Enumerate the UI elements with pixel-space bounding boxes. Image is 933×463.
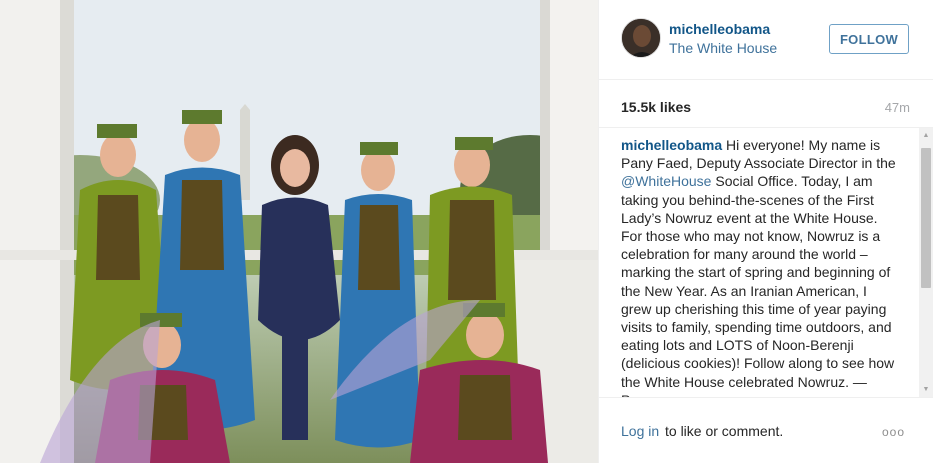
caption-username-link[interactable]: michelleobama [621,137,722,153]
post-header: michelleobama The White House FOLLOW [599,0,933,80]
login-prompt-text: to like or comment. [665,423,784,439]
caption-text-part2: Social Office. Today, I am taking you be… [621,173,895,397]
login-link[interactable]: Log in [621,423,659,439]
instagram-post: michelleobama The White House FOLLOW 15.… [0,0,933,463]
mention-link[interactable]: @WhiteHouse [621,173,711,189]
scroll-thumb[interactable] [921,148,931,288]
avatar-image [622,19,660,57]
scroll-up-icon[interactable]: ▲ [919,128,933,144]
follow-button[interactable]: FOLLOW [829,24,909,54]
more-options-icon[interactable]: ooo [882,425,905,439]
post-photo[interactable] [0,0,598,463]
likes-count[interactable]: 15.5k likes [621,99,691,115]
post-footer: Log in to like or comment. ooo [599,398,933,463]
location-link[interactable]: The White House [669,40,777,56]
post-sidebar: michelleobama The White House FOLLOW 15.… [598,0,933,463]
photo-illustration [0,0,598,463]
caption-area: michelleobama Hi everyone! My name is Pa… [599,128,933,398]
post-timestamp[interactable]: 47m [885,100,910,115]
scroll-down-icon[interactable]: ▼ [919,382,933,397]
username-link[interactable]: michelleobama [669,21,770,37]
caption-scrollbar[interactable]: ▲ ▼ [919,128,933,397]
likes-row: 15.5k likes 47m [599,80,933,128]
caption: michelleobama Hi everyone! My name is Pa… [621,136,899,397]
avatar[interactable] [621,18,661,58]
